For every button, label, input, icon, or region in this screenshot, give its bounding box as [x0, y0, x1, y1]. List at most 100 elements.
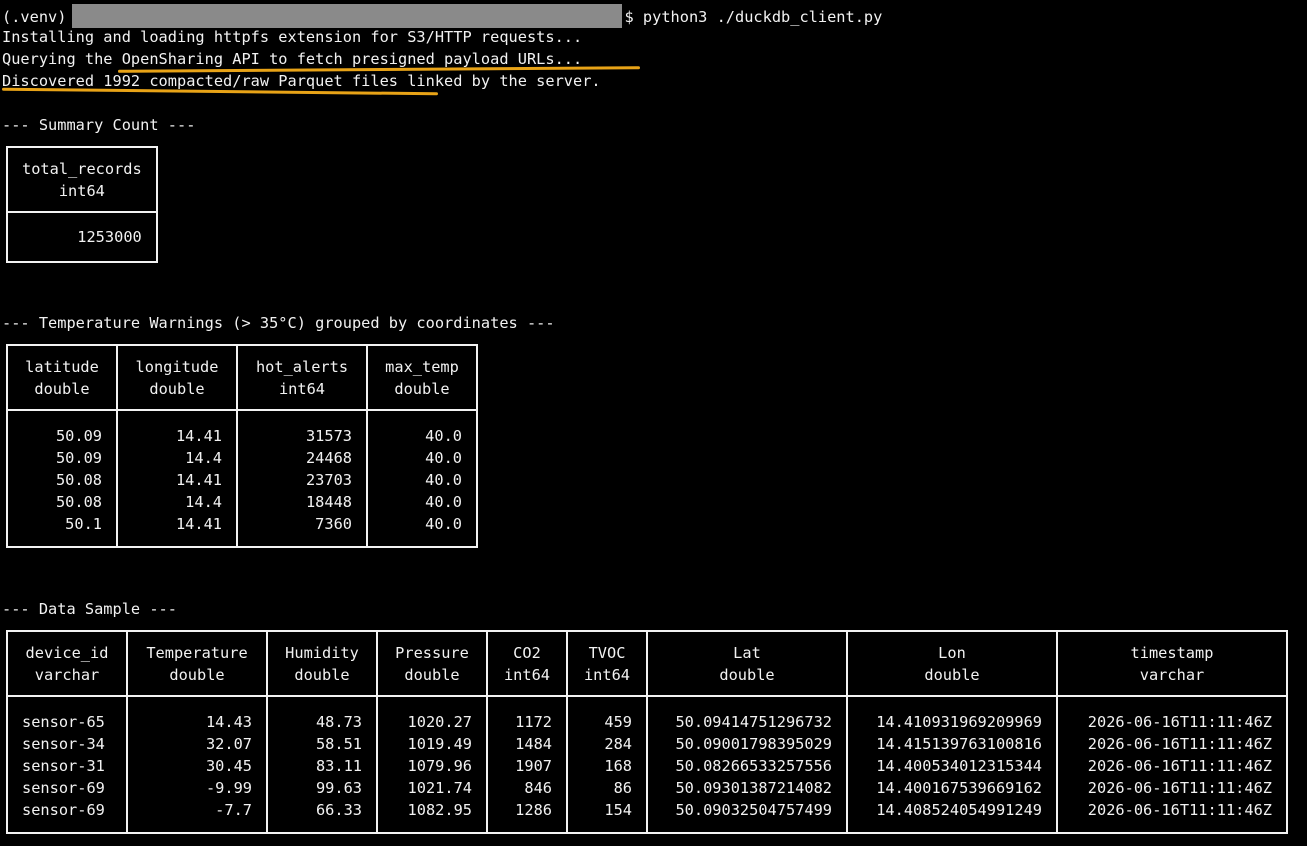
column-header: latitude double — [6, 344, 118, 411]
table-cell: sensor-31 — [6, 755, 128, 777]
table-row: sensor-65 14.43 48.73 1020.27 1172 459 50.0941… — [6, 696, 1288, 733]
table-cell: 2026-06-16T11:11:46Z — [1056, 777, 1288, 799]
table-cell: 18448 — [236, 491, 368, 513]
table-cell: 14.43 — [126, 696, 268, 733]
table-cell: 50.1 — [6, 513, 118, 548]
venv-label: (.venv) — [2, 8, 67, 26]
table-cell: 1907 — [486, 755, 568, 777]
table-cell: 40.0 — [366, 469, 478, 491]
table-cell: 50.08 — [6, 469, 118, 491]
table-cell: 14.400534012315344 — [846, 755, 1058, 777]
table-cell: 40.0 — [366, 410, 478, 447]
table-cell: 2026-06-16T11:11:46Z — [1056, 755, 1288, 777]
table-cell: 40.0 — [366, 513, 478, 548]
table-cell: 1021.74 — [376, 777, 488, 799]
table-cell: 2026-06-16T11:11:46Z — [1056, 799, 1288, 834]
table-cell: 14.41 — [116, 410, 238, 447]
column-header: TVOC int64 — [566, 630, 648, 697]
table-cell: 50.08266533257556 — [646, 755, 848, 777]
table-cell: 2026-06-16T11:11:46Z — [1056, 696, 1288, 733]
table-row: sensor-69 -9.99 99.63 1021.74 846 86 50.093013… — [6, 777, 1288, 799]
prompt-symbol: $ — [624, 8, 634, 26]
table-cell: 284 — [566, 733, 648, 755]
command-text: python3 ./duckdb_client.py — [642, 8, 883, 26]
table-cell: 14.408524054991249 — [846, 799, 1058, 834]
table-cell: 154 — [566, 799, 648, 834]
sample-heading: --- Data Sample --- — [2, 600, 177, 618]
table-row: sensor-31 30.45 83.11 1079.96 1907 168 50.0826… — [6, 755, 1288, 777]
table-cell: 66.33 — [266, 799, 378, 834]
table-row: 50.08 14.41 23703 40.0 — [6, 469, 478, 491]
table-cell: 459 — [566, 696, 648, 733]
table-cell: 1079.96 — [376, 755, 488, 777]
table-row: 50.09 14.4 24468 40.0 — [6, 447, 478, 469]
table-row: sensor-69 -7.7 66.33 1082.95 1286 154 50.09032… — [6, 799, 1288, 834]
table-cell: 23703 — [236, 469, 368, 491]
table-cell: 50.08 — [6, 491, 118, 513]
column-header: Pressure double — [376, 630, 488, 697]
table-cell: sensor-69 — [6, 799, 128, 834]
table-cell: 1286 — [486, 799, 568, 834]
column-header: Lat double — [646, 630, 848, 697]
table-row: sensor-34 32.07 58.51 1019.49 1484 284 50.0900… — [6, 733, 1288, 755]
column-header: hot_alerts int64 — [236, 344, 368, 411]
column-header: Temperature double — [126, 630, 268, 697]
table-cell: 14.41 — [116, 513, 238, 548]
table-cell: 14.41 — [116, 469, 238, 491]
table-cell: 99.63 — [266, 777, 378, 799]
summary-heading: --- Summary Count --- — [2, 116, 196, 134]
table-cell: 30.45 — [126, 755, 268, 777]
table-cell: 1253000 — [6, 212, 158, 263]
column-header: longitude double — [116, 344, 238, 411]
table-cell: 14.415139763100816 — [846, 733, 1058, 755]
table-cell: 50.09301387214082 — [646, 777, 848, 799]
column-header: CO2 int64 — [486, 630, 568, 697]
table-cell: 1082.95 — [376, 799, 488, 834]
table-cell: 168 — [566, 755, 648, 777]
column-header: max_temp double — [366, 344, 478, 411]
table-row: 50.1 14.41 7360 40.0 — [6, 513, 478, 548]
table-cell: 31573 — [236, 410, 368, 447]
table-cell: 86 — [566, 777, 648, 799]
summary-table: total_records int64 1253000 — [6, 146, 158, 263]
table-cell: 40.0 — [366, 447, 478, 469]
table-cell: 14.400167539669162 — [846, 777, 1058, 799]
table-cell: 50.09 — [6, 447, 118, 469]
column-header: Humidity double — [266, 630, 378, 697]
table-cell: 14.4 — [116, 447, 238, 469]
table-cell: 1019.49 — [376, 733, 488, 755]
log-line: Installing and loading httpfs extension … — [2, 28, 583, 46]
table-cell: 50.09001798395029 — [646, 733, 848, 755]
command-prompt: (.venv) $ python3 ./duckdb_client.py — [2, 4, 883, 28]
table-cell: 50.09032504757499 — [646, 799, 848, 834]
table-cell: 1172 — [486, 696, 568, 733]
table-cell: sensor-34 — [6, 733, 128, 755]
table-cell: 1484 — [486, 733, 568, 755]
column-header: timestamp varchar — [1056, 630, 1288, 697]
table-cell: 7360 — [236, 513, 368, 548]
column-header: device_id varchar — [6, 630, 128, 697]
warnings-heading: --- Temperature Warnings (> 35°C) groupe… — [2, 314, 555, 332]
table-cell: sensor-69 — [6, 777, 128, 799]
table-cell: -7.7 — [126, 799, 268, 834]
table-cell: 2026-06-16T11:11:46Z — [1056, 733, 1288, 755]
column-header: total_records int64 — [6, 146, 158, 213]
column-header: Lon double — [846, 630, 1058, 697]
warnings-table: latitude double longitude double hot_alerts i… — [6, 344, 478, 548]
table-cell: 24468 — [236, 447, 368, 469]
table-cell: 14.4 — [116, 491, 238, 513]
table-cell: 14.410931969209969 — [846, 696, 1058, 733]
redacted-path — [72, 4, 623, 28]
table-cell: 48.73 — [266, 696, 378, 733]
table-row: 50.08 14.4 18448 40.0 — [6, 491, 478, 513]
table-row: 50.09 14.41 31573 40.0 — [6, 410, 478, 447]
table-cell: 1020.27 — [376, 696, 488, 733]
table-cell: 32.07 — [126, 733, 268, 755]
table-cell: -9.99 — [126, 777, 268, 799]
table-cell: 50.09 — [6, 410, 118, 447]
table-cell: 83.11 — [266, 755, 378, 777]
table-cell: 40.0 — [366, 491, 478, 513]
table-cell: 846 — [486, 777, 568, 799]
sample-table: device_id varchar Temperature double Humidit… — [6, 630, 1288, 834]
table-cell: 58.51 — [266, 733, 378, 755]
